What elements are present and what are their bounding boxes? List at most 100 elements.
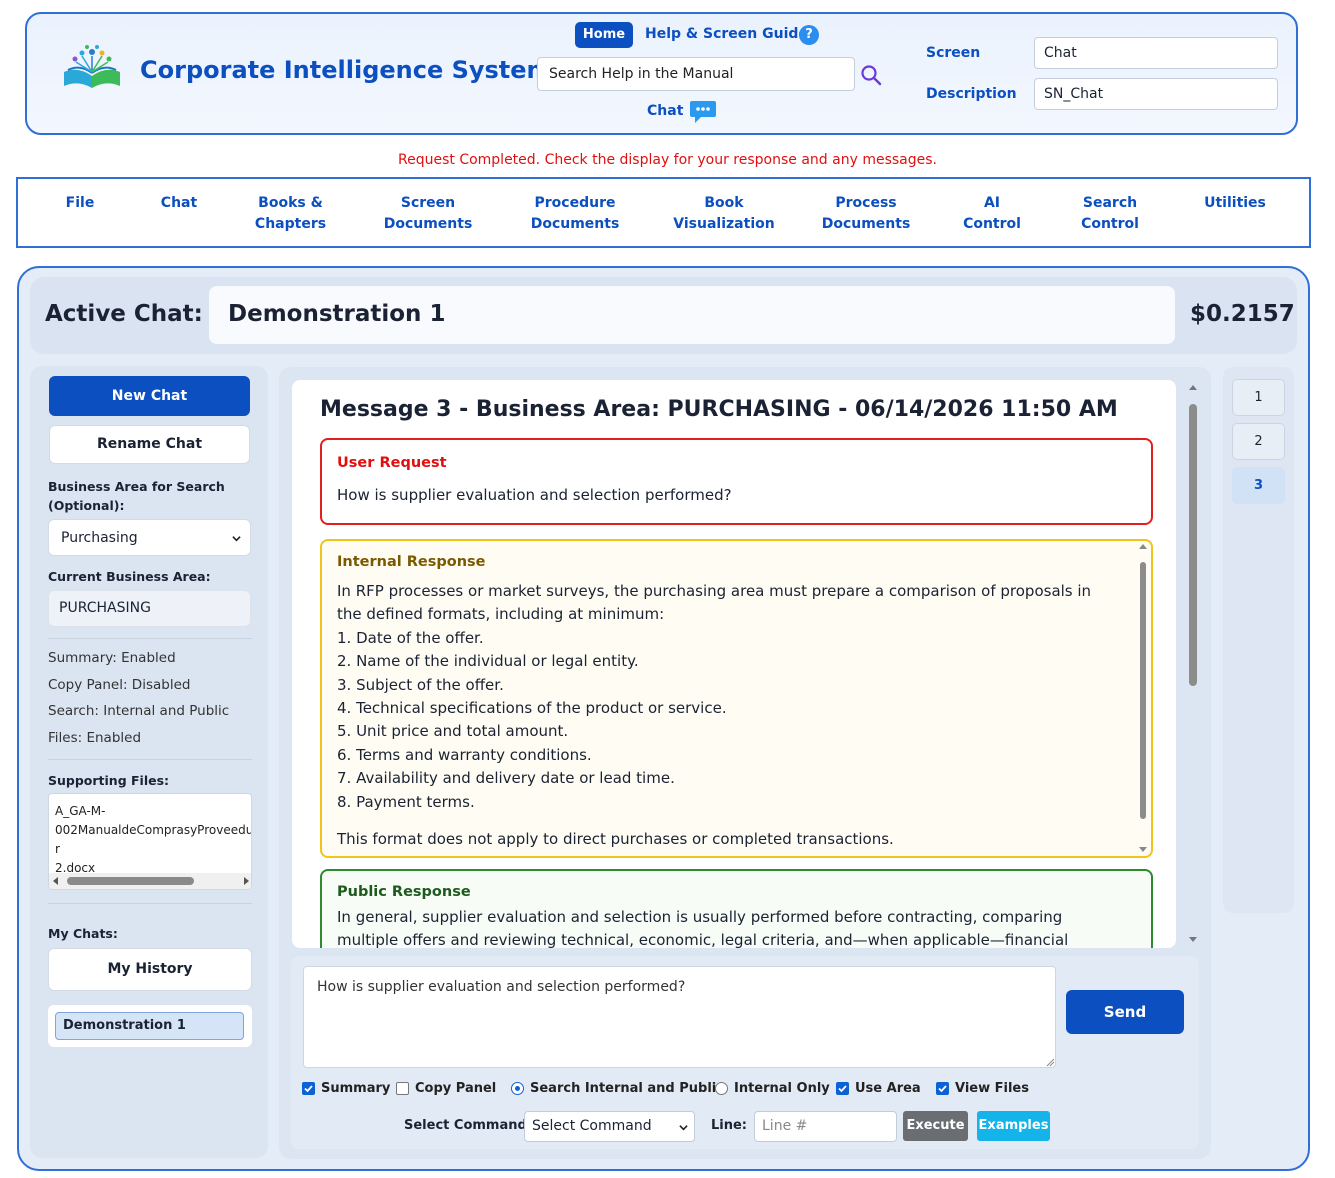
search-icon[interactable] — [860, 64, 882, 86]
menu-procedure-documents[interactable]: Procedure Documents — [527, 193, 623, 235]
send-button[interactable]: Send — [1066, 990, 1184, 1034]
scroll-right-icon[interactable] — [243, 877, 249, 885]
description-label: Description — [926, 86, 1017, 102]
chat-cost: $0.2157 — [1190, 301, 1295, 327]
menu-label: Chat — [160, 195, 198, 211]
page-tab-3[interactable]: 3 — [1232, 467, 1285, 504]
screen-field[interactable]: Chat — [1034, 37, 1278, 69]
menu-utilities[interactable]: Utilities — [1200, 193, 1270, 214]
file-name-line: 002ManualdeComprasyProveedur — [55, 823, 252, 856]
description-field[interactable]: SN_Chat — [1034, 78, 1278, 110]
view-files-checkbox[interactable] — [936, 1082, 949, 1095]
menu-label: Search — [1082, 195, 1138, 211]
search-internal-public-radio[interactable] — [511, 1082, 524, 1095]
home-button[interactable]: Home — [575, 22, 633, 48]
internal-only-radio[interactable] — [715, 1082, 728, 1095]
supporting-files-list[interactable]: A_GA-M- 002ManualdeComprasyProveedur 2.d… — [48, 793, 252, 890]
menu-label: Control — [1081, 216, 1139, 232]
menu-label: File — [65, 195, 95, 211]
public-response-body: In general, supplier evaluation and sele… — [337, 906, 1137, 948]
current-area-label: Current Business Area: — [48, 569, 211, 584]
divider — [48, 638, 252, 639]
menu-label: Screen — [400, 195, 456, 211]
menu-book-visualization[interactable]: Book Visualization — [666, 193, 782, 235]
menu-label: Utilities — [1204, 195, 1266, 211]
new-chat-button[interactable]: New Chat — [49, 376, 250, 416]
internal-only-label[interactable]: Internal Only — [734, 1081, 830, 1096]
response-line: multiple offers and reviewing technical,… — [337, 931, 1069, 948]
check-icon — [304, 1085, 313, 1093]
search-internal-public-label[interactable]: Search Internal and Public — [530, 1081, 724, 1096]
business-area-select[interactable]: Purchasing — [48, 519, 251, 556]
select-command-label: Select Command: — [404, 1118, 532, 1133]
menu-screen-documents[interactable]: Screen Documents — [380, 193, 476, 235]
scroll-thumb[interactable] — [67, 877, 194, 885]
horizontal-scrollbar[interactable] — [49, 873, 251, 889]
public-response-title: Public Response — [337, 884, 471, 900]
main-menu: File Chat Books & Chapters Screen Document… — [16, 177, 1311, 248]
menu-label: Book — [704, 195, 744, 211]
menu-label: Books & — [258, 195, 323, 211]
chat-list-item[interactable]: Demonstration 1 — [55, 1012, 244, 1040]
active-chat-name: Demonstration 1 — [228, 301, 446, 327]
status-files: Files: Enabled — [48, 730, 142, 746]
use-area-label[interactable]: Use Area — [855, 1081, 921, 1096]
status-search: Search: Internal and Public — [48, 703, 230, 719]
copy-panel-checkbox[interactable] — [396, 1082, 409, 1095]
chat-bubble-icon[interactable] — [689, 99, 717, 125]
check-icon — [938, 1085, 947, 1093]
my-history-button[interactable]: My History — [48, 948, 252, 991]
menu-label: Visualization — [673, 216, 775, 232]
menu-search-control[interactable]: Search Control — [1076, 193, 1144, 235]
active-chat-label: Active Chat: — [45, 301, 203, 327]
app-title: Corporate Intelligence System — [140, 56, 552, 84]
response-line: In general, supplier evaluation and sele… — [337, 908, 1063, 926]
supporting-files-label: Supporting Files: — [48, 773, 170, 788]
label-line: (Optional): — [48, 498, 125, 513]
file-name-line: A_GA-M- — [55, 804, 106, 818]
summary-checkbox[interactable] — [302, 1082, 315, 1095]
chat-link[interactable]: Chat — [647, 103, 683, 119]
logo-book-icon — [64, 45, 120, 88]
scroll-left-icon[interactable] — [53, 877, 59, 885]
page-tab-2[interactable]: 2 — [1232, 423, 1285, 460]
public-response-clip: Public Response In general, supplier eva… — [292, 380, 1176, 948]
status-message: Request Completed. Check the display for… — [398, 152, 937, 168]
chat-input[interactable]: How is supplier evaluation and selection… — [303, 966, 1056, 1068]
screen-label: Screen — [926, 45, 981, 61]
divider — [48, 903, 252, 904]
check-icon — [838, 1085, 847, 1093]
menu-file[interactable]: File — [62, 193, 98, 214]
command-select[interactable]: Select Command — [524, 1111, 695, 1142]
line-number-input[interactable]: Line # — [754, 1111, 897, 1142]
chevron-down-icon — [679, 1125, 688, 1131]
menu-label: Documents — [383, 216, 473, 232]
page-tab-1[interactable]: 1 — [1232, 379, 1285, 416]
menu-label: Chapters — [254, 216, 327, 232]
current-area-field: PURCHASING — [48, 590, 251, 627]
resize-handle-icon[interactable] — [1046, 1058, 1055, 1067]
menu-label: Process — [835, 195, 897, 211]
execute-button[interactable]: Execute — [903, 1111, 968, 1141]
search-help-input[interactable]: Search Help in the Manual — [537, 57, 855, 91]
summary-label[interactable]: Summary — [321, 1081, 390, 1096]
copy-panel-label[interactable]: Copy Panel — [415, 1081, 496, 1096]
menu-label: Control — [963, 216, 1021, 232]
menu-ai-control[interactable]: AI Control — [960, 193, 1024, 235]
supporting-file-item[interactable]: A_GA-M- 002ManualdeComprasyProveedur 2.d… — [55, 802, 252, 878]
examples-button[interactable]: Examples — [977, 1111, 1050, 1141]
view-files-label[interactable]: View Files — [955, 1081, 1029, 1096]
chevron-down-icon — [232, 536, 241, 542]
menu-label: AI — [983, 195, 1001, 211]
rename-chat-button[interactable]: Rename Chat — [49, 425, 250, 464]
use-area-checkbox[interactable] — [836, 1082, 849, 1095]
menu-process-documents[interactable]: Process Documents — [818, 193, 914, 235]
menu-chat[interactable]: Chat — [156, 193, 202, 214]
menu-label: Procedure — [534, 195, 616, 211]
message-scrollbar[interactable] — [1185, 380, 1201, 948]
select-value: Select Command — [532, 1118, 652, 1134]
menu-label: Documents — [821, 216, 911, 232]
help-guide-link[interactable]: Help & Screen Guide — [645, 26, 808, 42]
help-icon[interactable]: ? — [799, 25, 819, 45]
menu-books-chapters[interactable]: Books & Chapters — [248, 193, 333, 235]
